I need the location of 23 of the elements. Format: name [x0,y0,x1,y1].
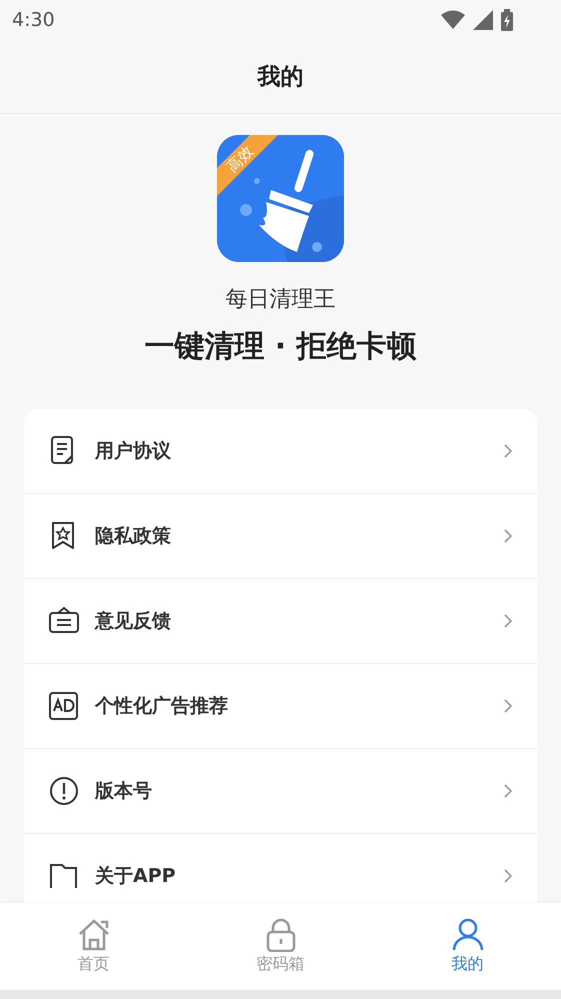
menu-item[interactable]: 用户协议 [24,409,537,494]
battery-icon [501,9,513,31]
chevron-icon [503,868,513,884]
menu-item[interactable]: 隐私政策 [24,494,537,579]
chevron-icon [503,698,513,714]
app-name: 每日清理王 [226,286,336,314]
menu-item[interactable]: 版本号 [24,749,537,834]
chevron-icon [503,783,513,799]
ad-icon [48,690,80,722]
menu-item[interactable]: 个性化广告推荐 [24,664,537,749]
menu-item[interactable]: 意见反馈 [24,579,537,664]
app-slogan: 一键清理 · 拒绝卡顿 [144,328,417,366]
page-title: 我的 [258,63,304,92]
chevron-icon [503,613,513,629]
wifi-icon [441,10,465,30]
nav-tab[interactable]: 我的 [374,903,561,990]
home-icon [76,918,110,952]
exclamation-icon [48,775,80,807]
chevron-icon [503,443,513,459]
signal-icon [473,10,493,30]
status-time: 4:30 [12,9,55,31]
person-icon [450,918,484,952]
chevron-icon [503,528,513,544]
